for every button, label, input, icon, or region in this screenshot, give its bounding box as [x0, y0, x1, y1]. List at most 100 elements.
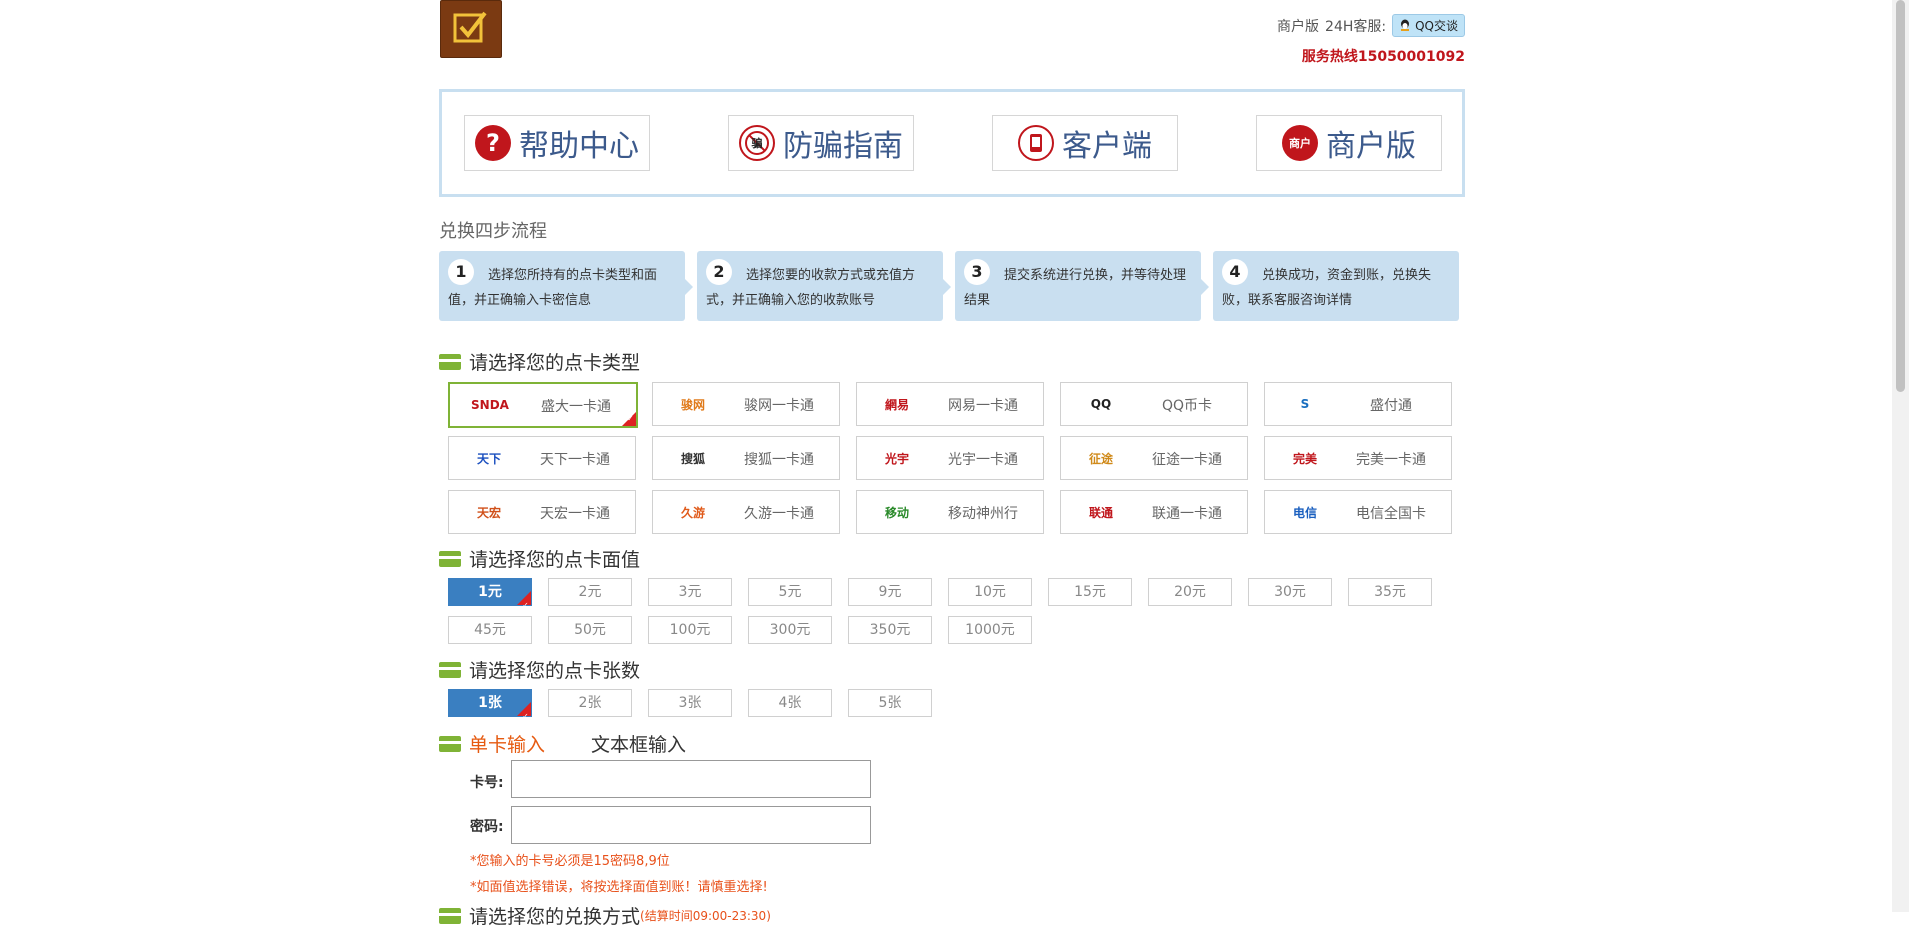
face-value-option[interactable]: 30元 [1248, 578, 1332, 606]
steps-title: 兑换四步流程 [439, 221, 547, 242]
face-value-option[interactable]: 20元 [1148, 578, 1232, 606]
card-type-name: QQ币卡 [1161, 398, 1213, 414]
face-value-option-label: 10元 [974, 584, 1006, 600]
card-type-option[interactable]: 久游 久游一卡通 [652, 490, 840, 534]
card-type-name: 盛付通 [1370, 398, 1412, 414]
nav-help-center-label: 帮助中心 [519, 129, 639, 164]
face-value-option-label: 350元 [869, 622, 911, 638]
face-value-option-label: 3元 [678, 584, 702, 600]
service-label: 24H客服: [1325, 18, 1387, 35]
card-type-option[interactable]: 移动 移动神州行 [856, 490, 1044, 534]
face-value-option-label: 45元 [474, 622, 506, 638]
card-type-option[interactable]: SNDA 盛大一卡通 [448, 382, 638, 428]
card-type-name: 移动神州行 [948, 506, 1018, 522]
page-scrollbar[interactable] [1892, 0, 1909, 912]
merchant-link[interactable]: 商户版 [1277, 16, 1319, 36]
face-value-option[interactable]: 2元 [548, 578, 632, 606]
card-icon [439, 353, 461, 370]
card-brand-logo: 完美 [1292, 451, 1317, 466]
card-brand-logo: 久游 [680, 505, 705, 520]
card-type-option[interactable]: 骏网 骏网一卡通 [652, 382, 840, 426]
step-number: 4 [1222, 259, 1248, 285]
card-type-option[interactable]: 电信 电信全国卡 [1264, 490, 1452, 534]
face-value-option[interactable]: 45元 [448, 616, 532, 644]
card-brand-logo: 征途 [1088, 451, 1113, 466]
card-count-option[interactable]: 2张 [548, 689, 632, 717]
card-brand-logo: 移动 [884, 505, 909, 520]
step-text: 提交系统进行兑换，并等待处理结果 [964, 268, 1187, 308]
card-type-option[interactable]: 完美 完美一卡通 [1264, 436, 1452, 480]
card-icon [439, 661, 461, 678]
card-brand-logo: 天下 [476, 451, 501, 466]
card-brand-logo: 天宏 [476, 505, 501, 520]
card-count-option-label: 5张 [878, 695, 902, 711]
card-type-option[interactable]: S 盛付通 [1264, 382, 1452, 426]
card-type-name: 联通一卡通 [1152, 506, 1222, 522]
card-brand-logo: 搜狐 [680, 451, 705, 466]
step-number: 3 [964, 259, 990, 285]
face-value-option[interactable]: 50元 [548, 616, 632, 644]
card-count-option[interactable]: 5张 [848, 689, 932, 717]
face-value-option[interactable]: 1元 [448, 578, 532, 619]
card-number-input[interactable] [511, 760, 871, 798]
card-type-option[interactable]: 天下 天下一卡通 [448, 436, 636, 480]
face-value-option-label: 35元 [1374, 584, 1406, 600]
nav-merchant-label: 商户版 [1326, 129, 1416, 164]
nav-merchant[interactable]: 商户 商户版 [1256, 115, 1442, 171]
face-value-option[interactable]: 35元 [1348, 578, 1432, 606]
face-value-option[interactable]: 15元 [1048, 578, 1132, 606]
card-brand-logo: SNDA [471, 398, 509, 412]
qq-chat-button[interactable]: QQ交谈 [1392, 14, 1465, 37]
checkbox-logo-icon [453, 11, 487, 43]
nav-client[interactable]: 客户端 [992, 115, 1178, 171]
step-text: 选择您要的收款方式或充值方式，并正确输入您的收款账号 [706, 268, 916, 308]
face-value-option[interactable]: 350元 [848, 616, 932, 644]
face-value-option[interactable]: 100元 [648, 616, 732, 644]
payment-method-section-title: 请选择您的兑换方式 (结算时间09:00-23:30) [439, 902, 771, 929]
face-value-option[interactable]: 9元 [848, 578, 932, 606]
face-value-option-label: 300元 [769, 622, 811, 638]
face-value-option[interactable]: 5元 [748, 578, 832, 606]
face-value-option-label: 1元 [478, 584, 502, 600]
card-type-option[interactable]: 光宇 光宇一卡通 [856, 436, 1044, 480]
card-brand-logo: S [1300, 397, 1310, 411]
step-number: 2 [706, 259, 732, 285]
step-text: 选择您所持有的点卡类型和面值，并正确输入卡密信息 [448, 268, 658, 308]
card-brand-logo: 光宇 [884, 451, 909, 466]
face-value-option[interactable]: 3元 [648, 578, 732, 606]
svg-text:骗: 骗 [752, 136, 763, 150]
card-type-option[interactable]: 天宏 天宏一卡通 [448, 490, 636, 534]
tab-single-card[interactable]: 单卡输入 [469, 730, 545, 757]
card-count-option[interactable]: 4张 [748, 689, 832, 717]
card-type-option[interactable]: QQ QQ币卡 [1060, 382, 1248, 426]
selected-check-icon [622, 412, 636, 426]
face-value-option-label: 9元 [878, 584, 902, 600]
card-type-option[interactable]: 征途 征途一卡通 [1060, 436, 1248, 480]
face-value-option[interactable]: 300元 [748, 616, 832, 644]
card-type-option[interactable]: 網易 网易一卡通 [856, 382, 1044, 426]
tab-textbox-input[interactable]: 文本框输入 [591, 730, 686, 757]
nav-help-center[interactable]: ? 帮助中心 [464, 115, 650, 171]
card-count-option[interactable]: 3张 [648, 689, 732, 717]
site-logo[interactable] [440, 0, 502, 58]
step-number: 1 [448, 259, 474, 285]
card-type-title: 请选择您的点卡类型 [469, 352, 641, 374]
face-value-option[interactable]: 10元 [948, 578, 1032, 606]
scrollbar-thumb[interactable] [1896, 0, 1905, 392]
password-input[interactable] [511, 806, 871, 844]
face-value-option-label: 20元 [1174, 584, 1206, 600]
card-count-option[interactable]: 1张 [448, 689, 532, 730]
step-1: 选择您所持有的点卡类型和面值，并正确输入卡密信息 1 [439, 251, 693, 321]
selected-check-icon [517, 702, 531, 730]
card-number-label: 卡号: [470, 775, 504, 791]
card-type-option[interactable]: 搜狐 搜狐一卡通 [652, 436, 840, 480]
face-value-option[interactable]: 1000元 [948, 616, 1032, 644]
nav-anti-fraud[interactable]: 骗 防骗指南 [728, 115, 914, 171]
card-count-option-label: 2张 [578, 695, 602, 711]
face-value-option-label: 30元 [1274, 584, 1306, 600]
card-type-name: 盛大一卡通 [541, 399, 611, 415]
service-hotline: 服务热线15050001092 [1301, 49, 1465, 65]
password-label: 密码: [470, 819, 504, 835]
card-type-option[interactable]: 联通 联通一卡通 [1060, 490, 1248, 534]
card-type-name: 电信全国卡 [1356, 506, 1426, 522]
